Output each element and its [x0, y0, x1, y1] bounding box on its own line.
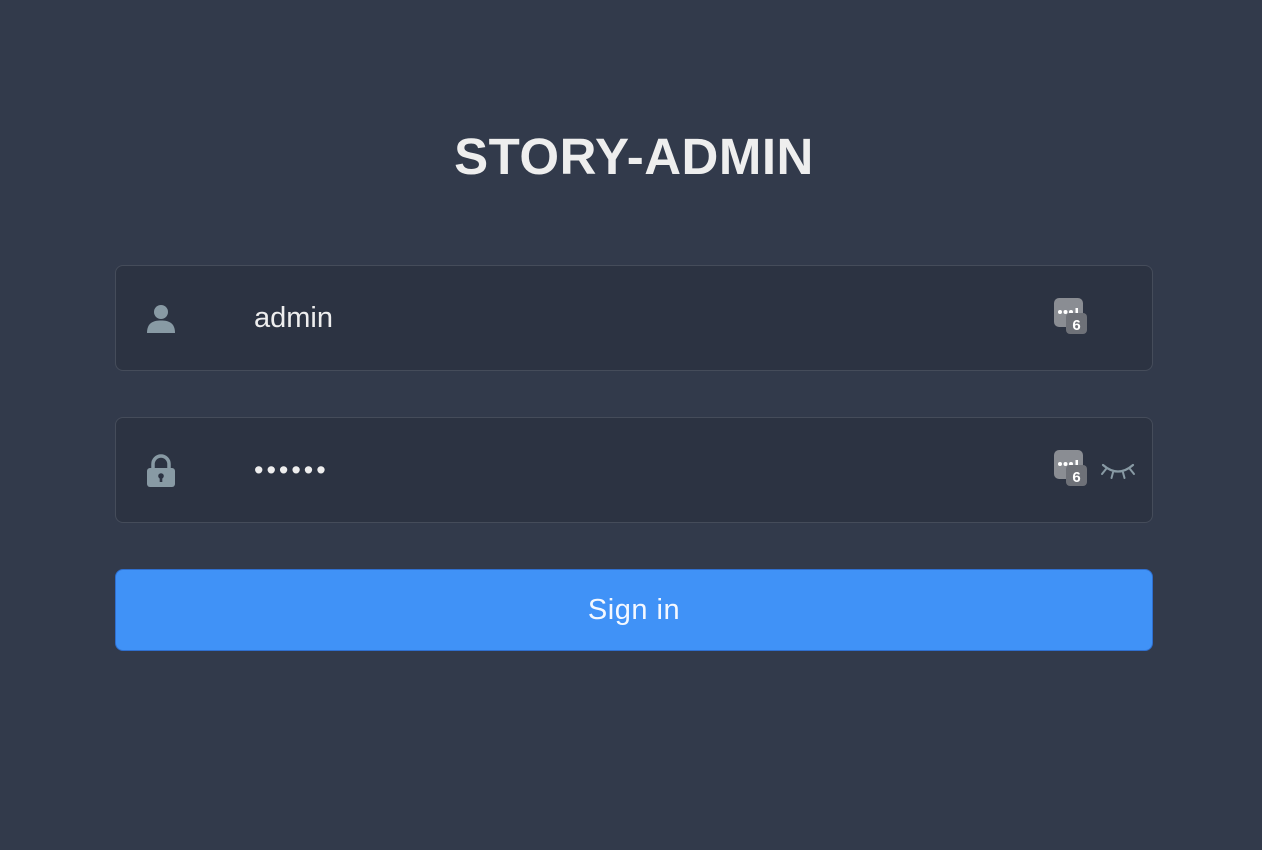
password-manager-icon[interactable]: 6: [1054, 298, 1088, 336]
username-input[interactable]: [254, 294, 1014, 342]
password-manager-badge: 6: [1072, 317, 1080, 334]
username-field[interactable]: 6: [115, 265, 1153, 371]
user-icon: [144, 302, 178, 336]
sign-in-button[interactable]: Sign in: [115, 569, 1153, 651]
eye-closed-icon[interactable]: [1100, 458, 1136, 482]
password-field[interactable]: 6: [115, 417, 1153, 523]
password-manager-badge: 6: [1072, 469, 1080, 486]
lock-icon: [144, 454, 178, 488]
password-input[interactable]: [254, 446, 1014, 494]
page-title: STORY-ADMIN: [454, 128, 814, 185]
password-manager-icon[interactable]: 6: [1054, 450, 1088, 488]
